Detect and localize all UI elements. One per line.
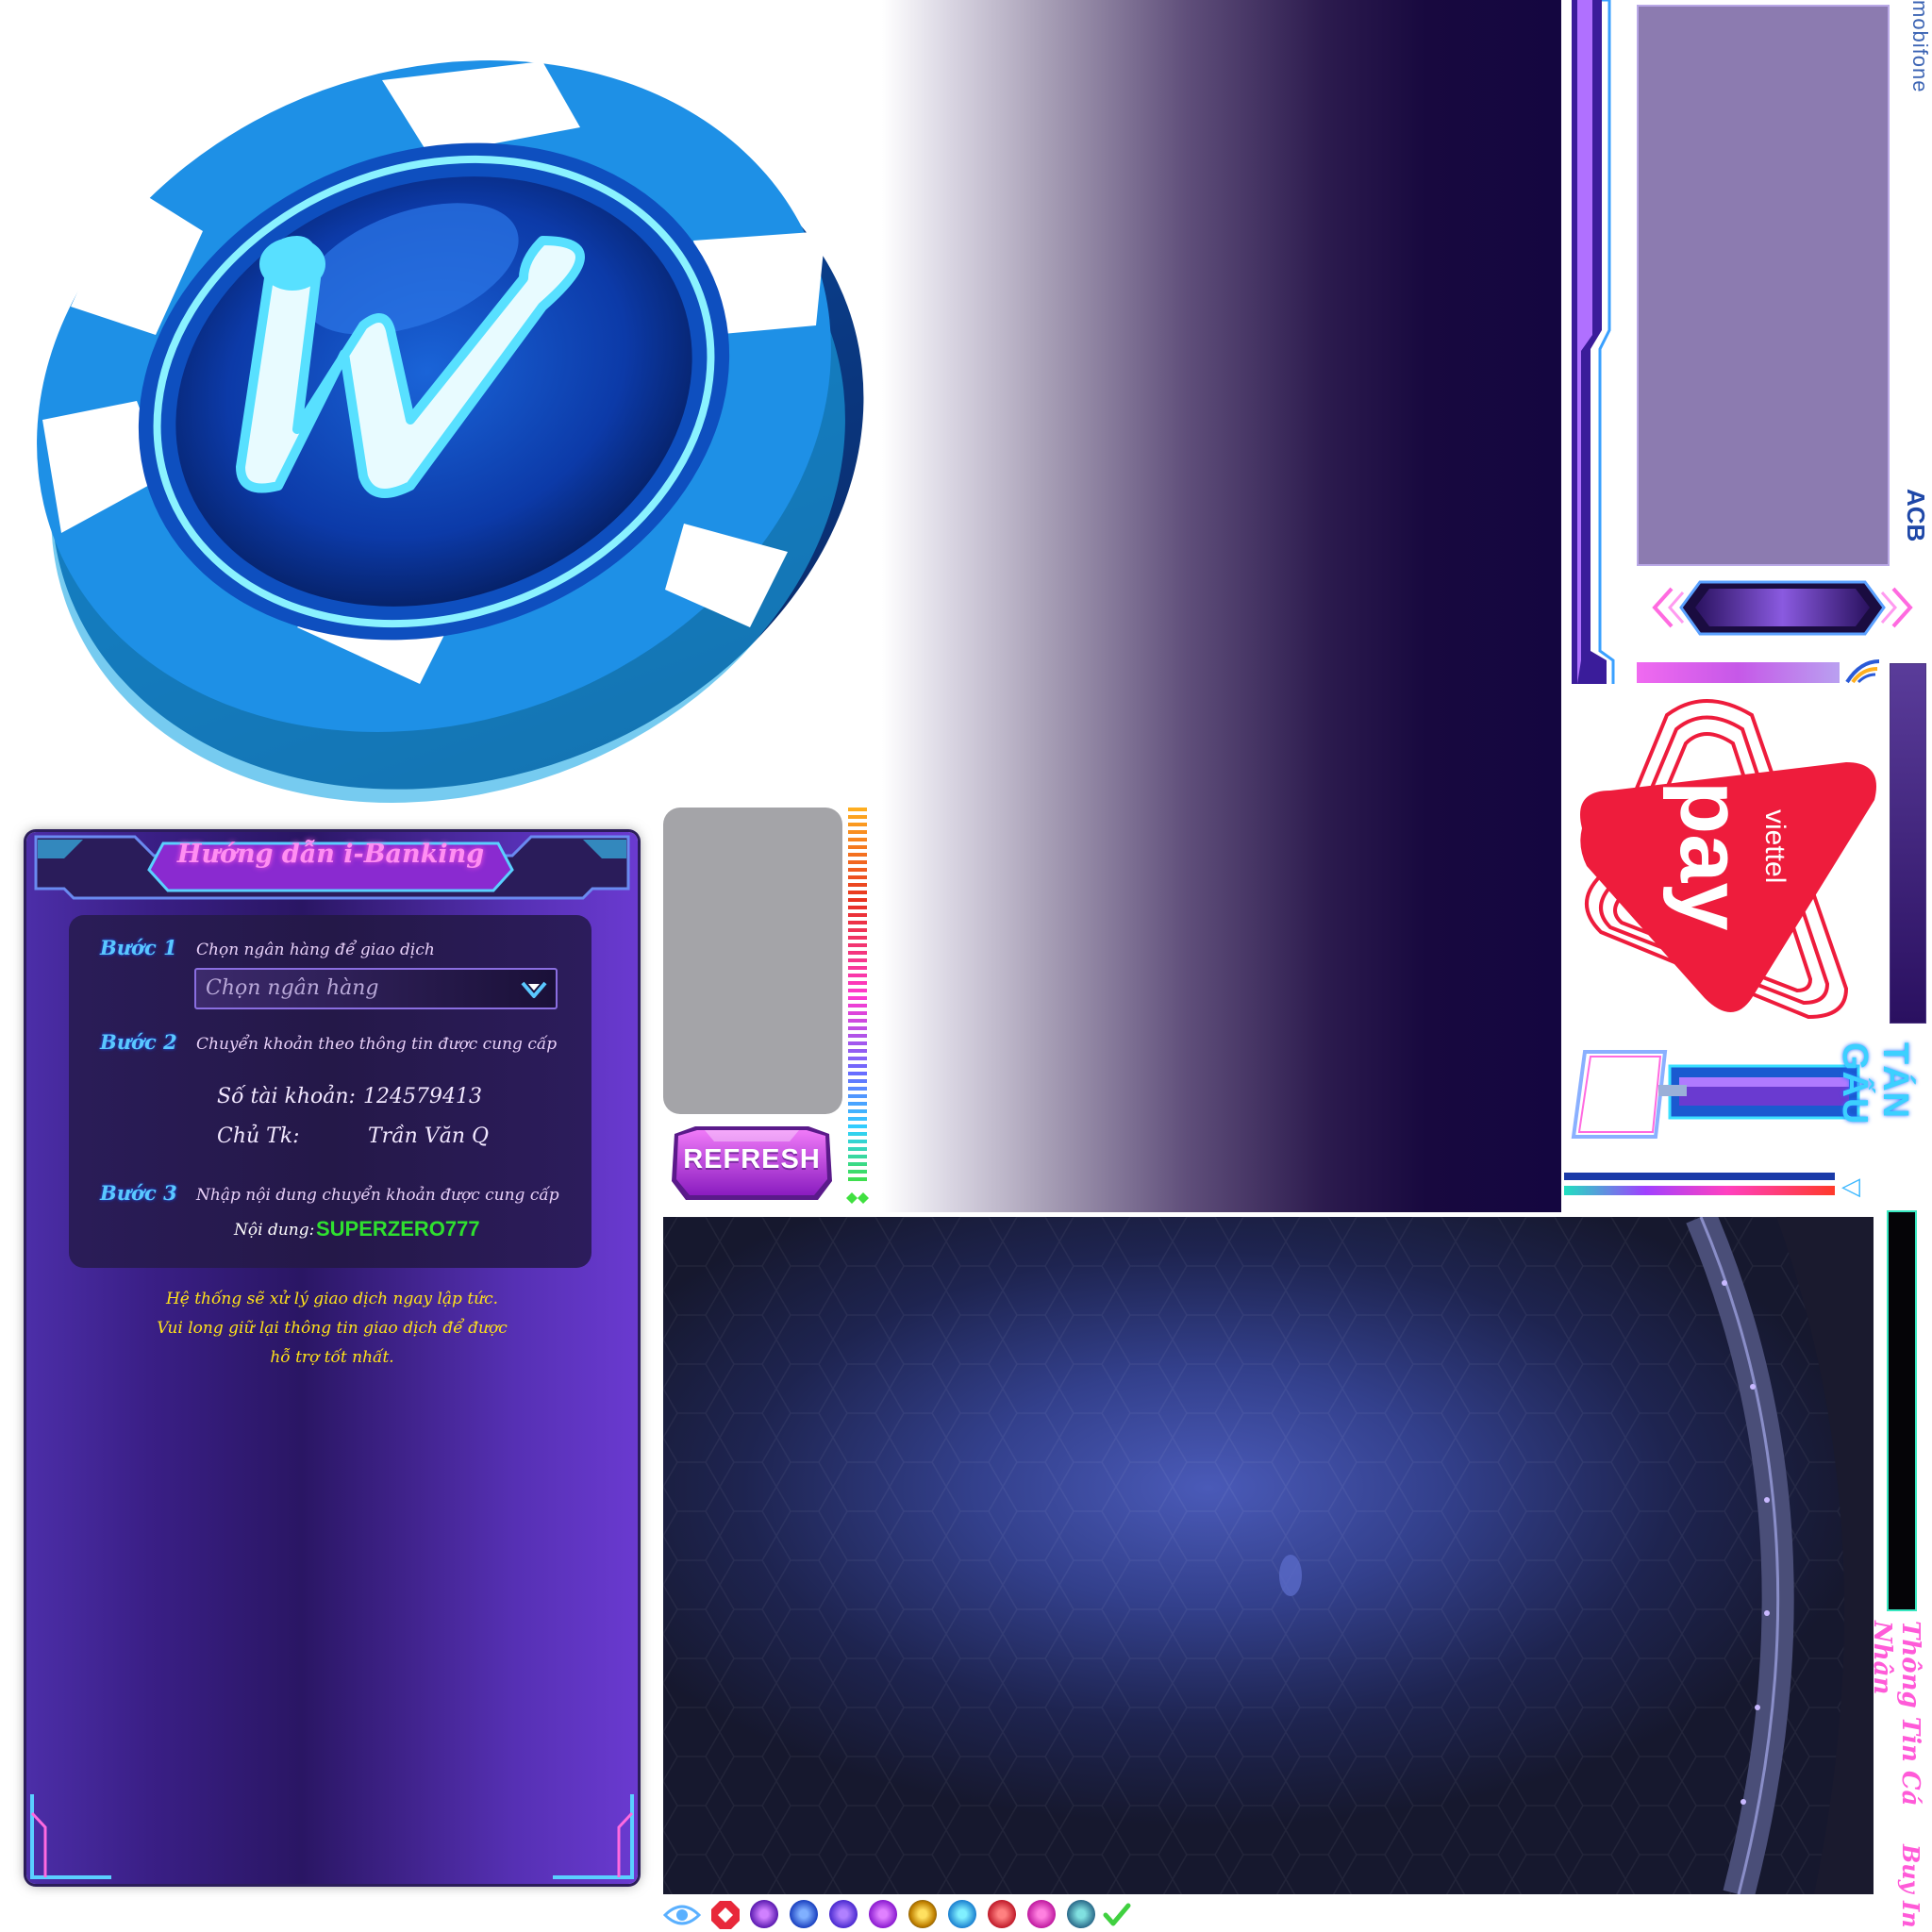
wclub-chip-logo: w (37, 60, 864, 803)
viettel-word: viettel (1759, 809, 1790, 883)
ibanking-guide-panel: Hướng dẫn i-Banking Bước 1 Chọn ngân hàn… (26, 832, 638, 1884)
icon-row (663, 1900, 1135, 1932)
nav-arrow-bar[interactable] (1643, 577, 1922, 639)
pay-word: pay (1662, 781, 1758, 931)
panel-corner-decor (30, 1794, 634, 1879)
orb-purple-icon[interactable] (750, 1900, 778, 1928)
check-icon[interactable] (1103, 1902, 1131, 1928)
game-table-background (663, 1217, 1874, 1894)
eye-icon[interactable] (663, 1902, 701, 1928)
mobifone-logo: mobifone (1908, 0, 1932, 93)
orb-yellow-icon[interactable] (908, 1900, 937, 1928)
refresh-label: REFRESH (683, 1144, 821, 1174)
content-panel (1637, 5, 1890, 566)
octagon-red-icon[interactable] (710, 1900, 741, 1930)
chevron-left-icon[interactable]: ◁ (1841, 1174, 1862, 1199)
buy-in-label: Buy In (1897, 1844, 1924, 1928)
orb-purple-icon[interactable] (869, 1900, 897, 1928)
orb-teal-icon[interactable] (1067, 1900, 1095, 1928)
acb-logo: ACB (1902, 489, 1930, 542)
orb-violet-icon[interactable] (829, 1900, 858, 1928)
signal-icon (1845, 659, 1880, 684)
viettelpay-logo: viettel pay (1580, 699, 1876, 1020)
orb-red-icon[interactable] (988, 1900, 1016, 1928)
tan-gau-label: TÁN GẤU (1835, 1042, 1915, 1125)
orb-cyan-icon[interactable] (948, 1900, 976, 1928)
gradient-background-strip (882, 0, 1561, 1212)
orb-magenta-icon[interactable] (1027, 1900, 1056, 1928)
placeholder-card (663, 808, 842, 1114)
color-ticks-strip (846, 808, 869, 1204)
vertical-slider-track[interactable] (1890, 663, 1926, 1024)
personal-info-label: Thông Tin Cá Nhân (1868, 1621, 1924, 1807)
rainbow-progress-bar (1564, 1173, 1835, 1195)
orb-blue-icon[interactable] (790, 1900, 818, 1928)
neon-frame-edge (1572, 0, 1615, 684)
tab-frame-sprites (1571, 1050, 1860, 1139)
chat-scroll-panel[interactable] (1887, 1210, 1917, 1611)
pink-highlight-bar (1637, 662, 1840, 683)
